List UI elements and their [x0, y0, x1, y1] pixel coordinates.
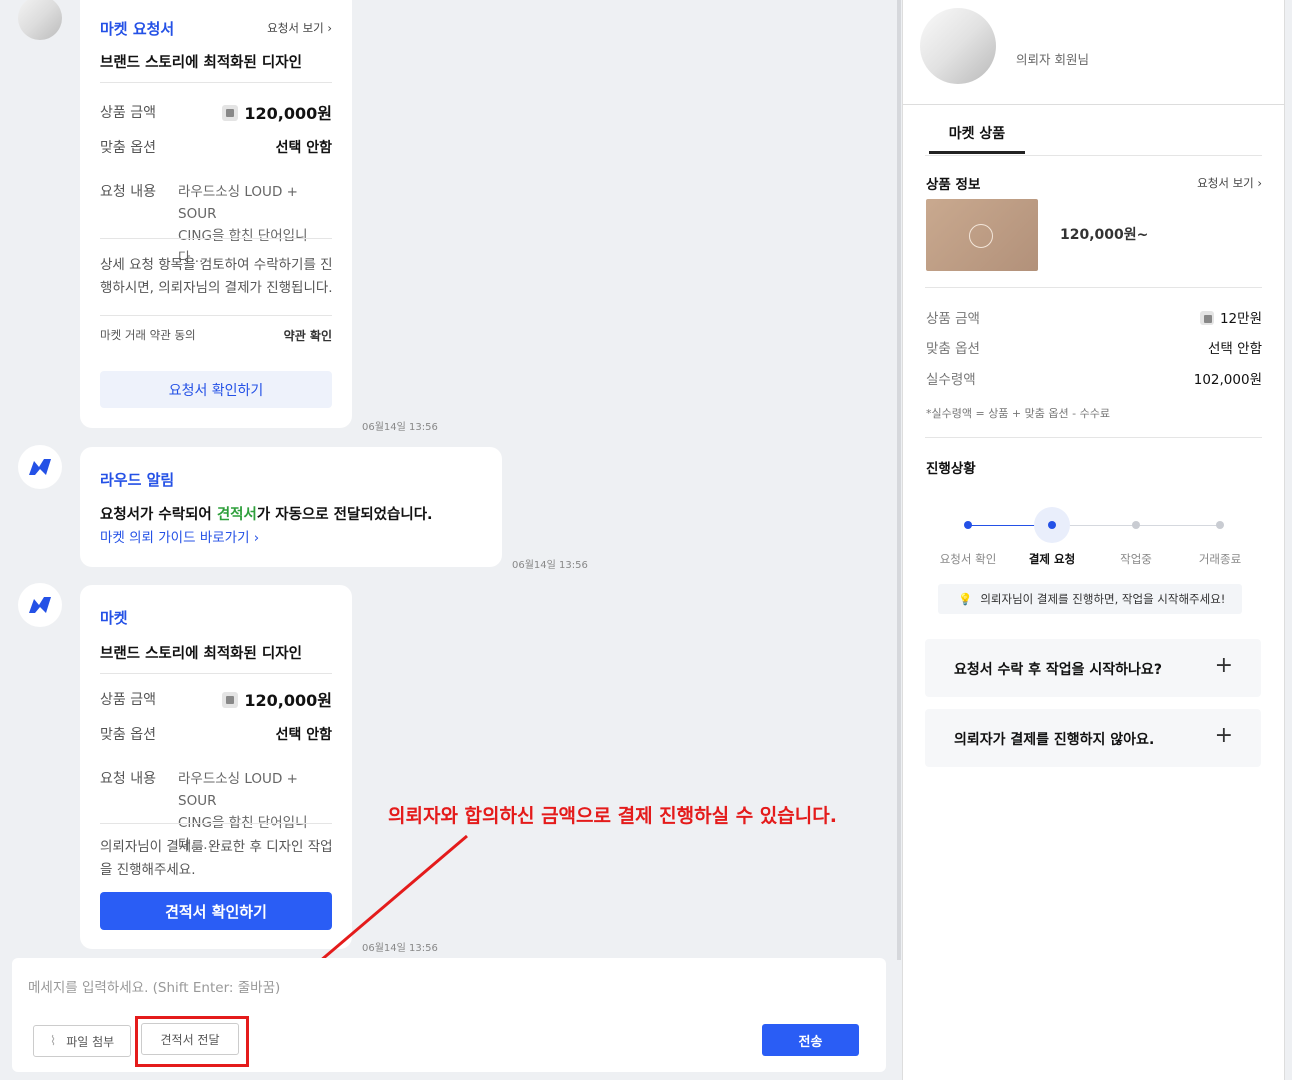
step-label: 작업중: [1120, 552, 1152, 566]
plus-icon[interactable]: +: [1215, 653, 1233, 678]
user-name: 의뢰자 회원님: [1016, 52, 1089, 67]
step-label: 요청서 확인: [939, 552, 997, 566]
user-avatar: [920, 8, 996, 84]
product-info-title: 상품 정보: [926, 177, 981, 193]
option-row: 맞춤 옵션 선택 안함: [926, 337, 1262, 357]
divider: [903, 104, 1284, 105]
divider: [925, 287, 1262, 288]
step-dot: [1132, 521, 1140, 529]
product-price: 120,000원~: [1060, 227, 1149, 243]
annotation-arrow: [245, 834, 468, 1026]
net-income-label: 실수령액: [926, 372, 976, 388]
faq-item[interactable]: 의뢰자가 결제를 진행하지 않아요. +: [925, 709, 1261, 767]
coin-icon: [1199, 311, 1214, 325]
divider: [925, 437, 1262, 438]
step-label-current: 결제 요청: [1028, 552, 1076, 566]
message-input[interactable]: 메세지를 입력하세요. (Shift Enter: 줄바꿈): [28, 976, 280, 996]
divider: [925, 155, 1262, 156]
view-request-link[interactable]: 요청서 보기 ›: [1197, 175, 1262, 191]
attach-file-button[interactable]: ⌇ 파일 첨부: [33, 1025, 131, 1057]
plus-icon[interactable]: +: [1215, 723, 1233, 748]
send-button[interactable]: 전송: [762, 1024, 859, 1056]
product-thumbnail[interactable]: [926, 199, 1038, 271]
price-amount: 12만원: [1219, 311, 1262, 327]
net-income-row: 실수령액 102,000원: [926, 368, 1262, 388]
chat-area: 마켓 요청서 요청서 보기 › 브랜드 스토리에 최적화된 디자인 상품 금액 …: [0, 0, 898, 1080]
tip-box: 💡 의뢰자님이 결제를 진행하면, 작업을 시작해주세요!: [938, 584, 1242, 614]
progress-title: 진행상황: [926, 461, 976, 477]
paperclip-icon: ⌇: [49, 1033, 57, 1049]
price-value: 12만원: [1199, 307, 1262, 327]
price-row: 상품 금액 12만원: [926, 307, 1262, 327]
faq-question: 요청서 수락 후 작업을 시작하나요?: [954, 662, 1162, 678]
chat-scrollbar[interactable]: [897, 0, 901, 960]
faq-question: 의뢰자가 결제를 진행하지 않아요.: [954, 732, 1155, 748]
annotation-highlight-box: [135, 1016, 249, 1067]
attach-file-label: 파일 첨부: [66, 1034, 115, 1049]
step-label: 거래종료: [1198, 552, 1242, 566]
tab-market-product[interactable]: 마켓 상품: [929, 120, 1025, 154]
chevron-right-icon: ›: [1253, 176, 1262, 190]
faq-item[interactable]: 요청서 수락 후 작업을 시작하나요? +: [925, 639, 1261, 697]
price-label: 상품 금액: [926, 311, 980, 327]
net-income-value: 102,000원: [1193, 372, 1262, 388]
lightbulb-icon: 💡: [958, 592, 973, 606]
step-dot: [964, 521, 972, 529]
step-dot: [1216, 521, 1224, 529]
tip-text: 의뢰자님이 결제를 진행하면, 작업을 시작해주세요!: [980, 592, 1226, 606]
option-label: 맞춤 옵션: [926, 341, 980, 357]
footnote: *실수령액 = 상품 + 맞춤 옵션 - 수수료: [926, 407, 1110, 420]
view-request-label: 요청서 보기: [1197, 176, 1254, 190]
product-logo-icon: [969, 224, 993, 248]
step-dot-current: [1048, 521, 1056, 529]
option-value: 선택 안함: [1208, 341, 1262, 357]
side-panel: 의뢰자 회원님 마켓 상품 상품 정보 요청서 보기 › 120,000원~ 상…: [902, 0, 1285, 1080]
